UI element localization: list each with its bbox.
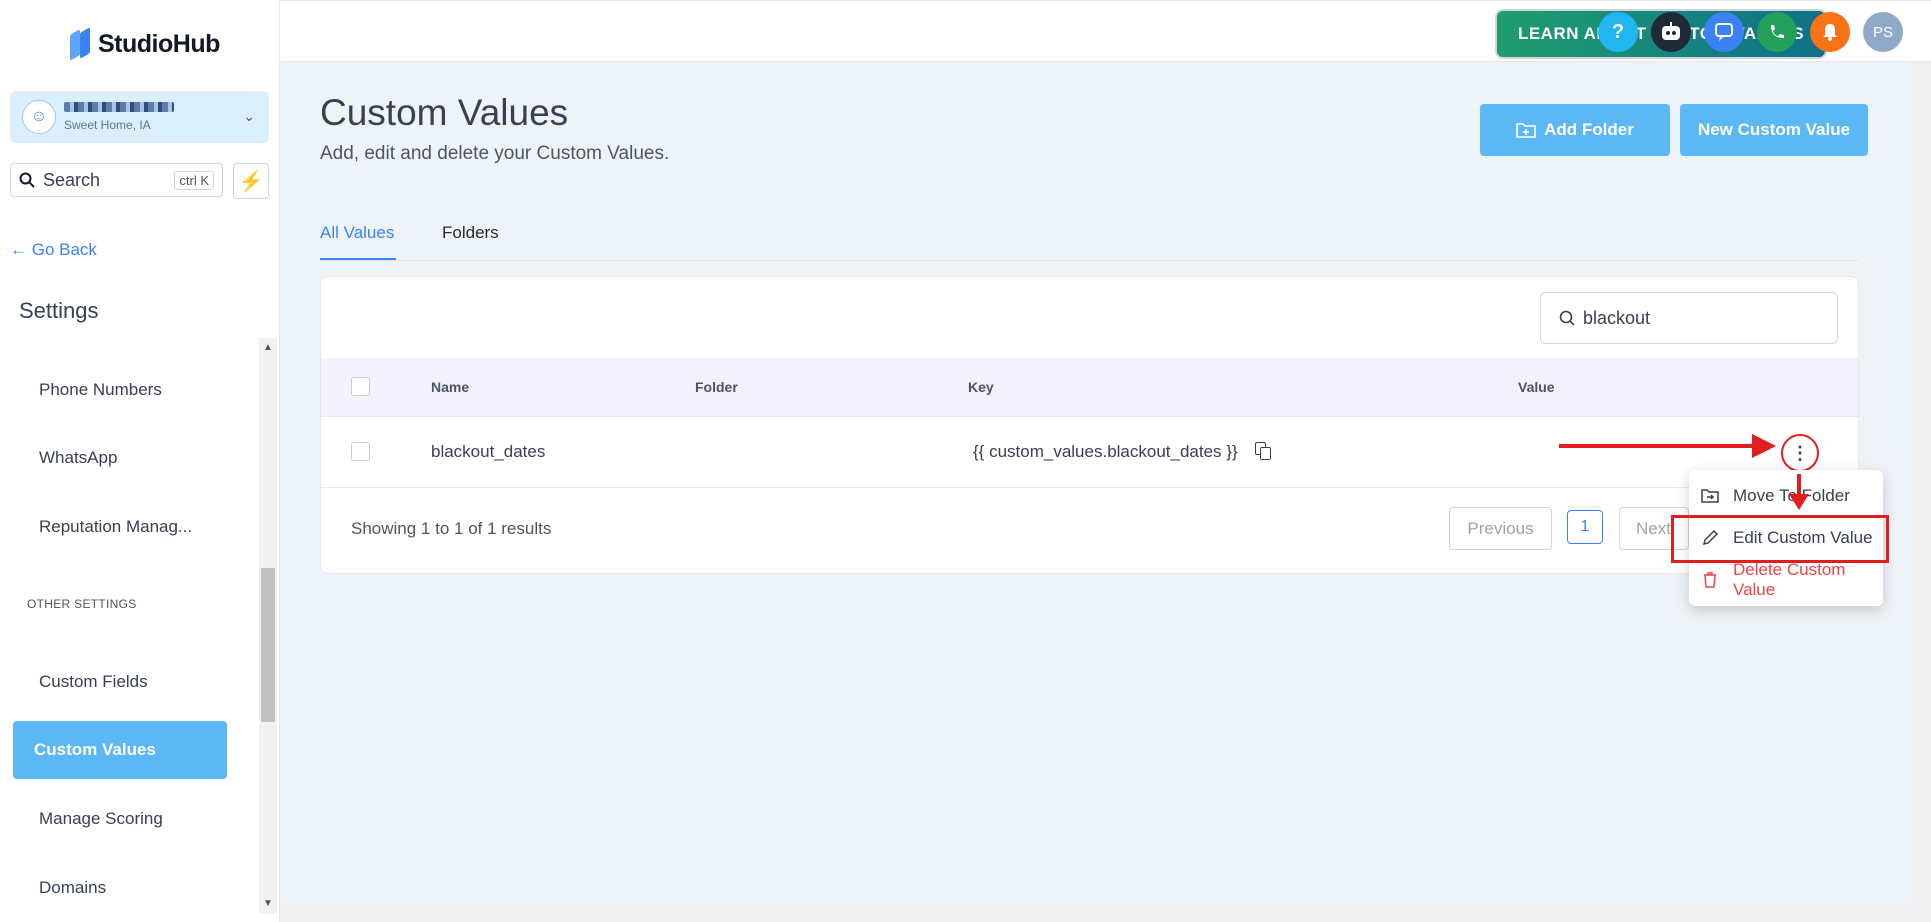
table-search-value: blackout	[1583, 307, 1651, 328]
select-all-checkbox[interactable]	[351, 377, 370, 396]
sidebar-item-domains[interactable]: Domains	[39, 878, 106, 898]
settings-title: Settings	[19, 298, 99, 323]
page-number-button[interactable]: 1	[1567, 510, 1603, 544]
page-vertical-scrollbar[interactable]	[1911, 62, 1931, 922]
table-search-input[interactable]: blackout	[1540, 292, 1838, 344]
chevron-down-icon: ⌄	[243, 108, 255, 124]
row-divider	[321, 487, 1858, 488]
annotation-arrow-right-icon	[1752, 434, 1776, 458]
add-folder-button[interactable]: Add Folder	[1480, 104, 1670, 156]
row-divider	[321, 416, 1858, 417]
go-back-label: Go Back	[31, 240, 97, 259]
account-avatar: ☺	[22, 100, 56, 134]
tab-all-values[interactable]: All Values	[320, 223, 394, 243]
logo-icon	[68, 27, 92, 61]
bell-icon[interactable]	[1810, 12, 1850, 52]
sidebar-scrollbar[interactable]: ▲ ▼	[259, 338, 277, 914]
lightning-icon: ⚡	[238, 170, 264, 193]
sidebar-item-whatsapp[interactable]: WhatsApp	[39, 448, 117, 468]
table-header	[321, 358, 1858, 416]
column-header-value[interactable]: Value	[1518, 379, 1555, 395]
tabs-divider	[320, 260, 1859, 261]
page-subtitle: Add, edit and delete your Custom Values.	[320, 143, 670, 164]
column-header-folder[interactable]: Folder	[695, 379, 738, 395]
account-switcher[interactable]: ☺ Sweet Home, IA ⌄	[10, 91, 269, 143]
sidebar: StudioHub ☺ Sweet Home, IA ⌄ Search ctrl…	[0, 0, 280, 922]
row-key: {{ custom_values.blackout_dates }}	[973, 442, 1238, 461]
sidebar-item-custom-values[interactable]: Custom Values	[13, 721, 227, 779]
results-summary: Showing 1 to 1 of 1 results	[351, 519, 552, 538]
row-checkbox[interactable]	[351, 442, 370, 461]
sidebar-item-phone-numbers[interactable]: Phone Numbers	[39, 380, 162, 400]
column-header-name[interactable]: Name	[431, 379, 469, 395]
user-initials: PS	[1872, 23, 1893, 41]
copy-icon[interactable]	[1255, 442, 1273, 460]
row-actions-button[interactable]: ⋮	[1781, 434, 1819, 472]
row-name: blackout_dates	[431, 442, 546, 461]
menu-label-delete: Delete Custom Value	[1733, 560, 1846, 599]
scroll-down-icon[interactable]: ▼	[263, 898, 273, 909]
search-icon	[19, 172, 35, 188]
avatar[interactable]: PS	[1863, 12, 1903, 52]
sidebar-item-custom-fields[interactable]: Custom Fields	[39, 672, 148, 692]
annotation-arrow-down-icon	[1789, 494, 1809, 510]
menu-item-move-to-folder[interactable]: Move To Folder	[1689, 477, 1883, 515]
search-icon	[1559, 310, 1575, 326]
sidebar-scroll-thumb[interactable]	[261, 568, 275, 722]
account-name-redacted	[64, 102, 174, 112]
go-back-link[interactable]: ← Go Back	[10, 240, 97, 260]
other-settings-header: OTHER SETTINGS	[27, 597, 137, 611]
search-label: Search	[43, 169, 101, 190]
account-location: Sweet Home, IA	[64, 118, 151, 132]
folder-move-icon	[1701, 489, 1719, 503]
page-title: Custom Values	[320, 92, 569, 133]
annotation-arrow-line	[1559, 444, 1759, 448]
quick-actions-button[interactable]: ⚡	[233, 163, 269, 199]
brand-name: StudioHub	[98, 29, 220, 58]
sidebar-search[interactable]: Search ctrl K	[10, 163, 223, 197]
new-custom-value-button[interactable]: New Custom Value	[1680, 104, 1868, 156]
top-bar: LEARN ABOUT CUSTOM VALUES ? PS	[280, 0, 1931, 62]
sidebar-item-reputation[interactable]: Reputation Manag...	[39, 517, 192, 537]
trash-icon	[1704, 572, 1716, 588]
robot-icon[interactable]	[1651, 12, 1691, 52]
previous-page-button[interactable]: Previous	[1449, 507, 1552, 550]
tab-folders[interactable]: Folders	[442, 223, 499, 243]
help-icon[interactable]: ?	[1598, 12, 1638, 52]
annotation-arrow-down-line	[1797, 474, 1801, 496]
annotation-highlight-box	[1671, 515, 1889, 563]
add-folder-label: Add Folder	[1544, 120, 1634, 139]
folder-plus-icon	[1516, 123, 1536, 138]
page-horizontal-scrollbar[interactable]	[280, 904, 1911, 922]
chat-icon[interactable]	[1704, 12, 1744, 52]
menu-item-delete-custom-value[interactable]: Delete Custom Value	[1689, 560, 1883, 599]
help-glyph: ?	[1611, 20, 1625, 43]
scroll-up-icon[interactable]: ▲	[263, 342, 273, 353]
sidebar-item-manage-scoring[interactable]: Manage Scoring	[39, 809, 163, 829]
column-header-key[interactable]: Key	[968, 379, 994, 395]
active-tab-indicator	[320, 258, 396, 260]
brand-logo[interactable]: StudioHub	[68, 27, 220, 61]
search-shortcut: ctrl K	[174, 171, 214, 190]
phone-icon[interactable]	[1757, 12, 1797, 52]
